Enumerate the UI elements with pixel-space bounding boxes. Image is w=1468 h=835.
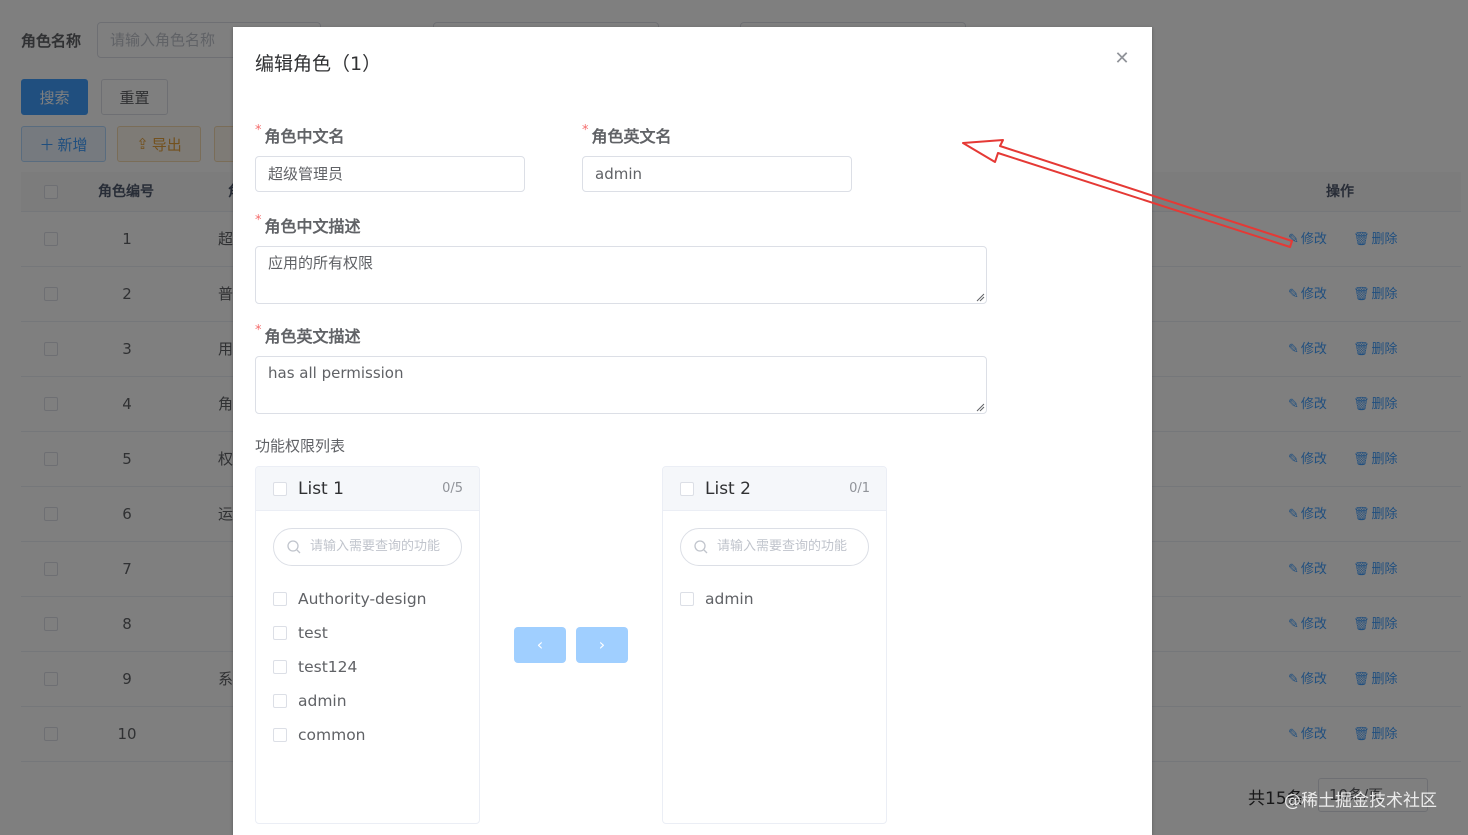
watermark: @稀土掘金技术社区 <box>1284 791 1437 811</box>
annotation-arrow-icon <box>962 139 1293 248</box>
